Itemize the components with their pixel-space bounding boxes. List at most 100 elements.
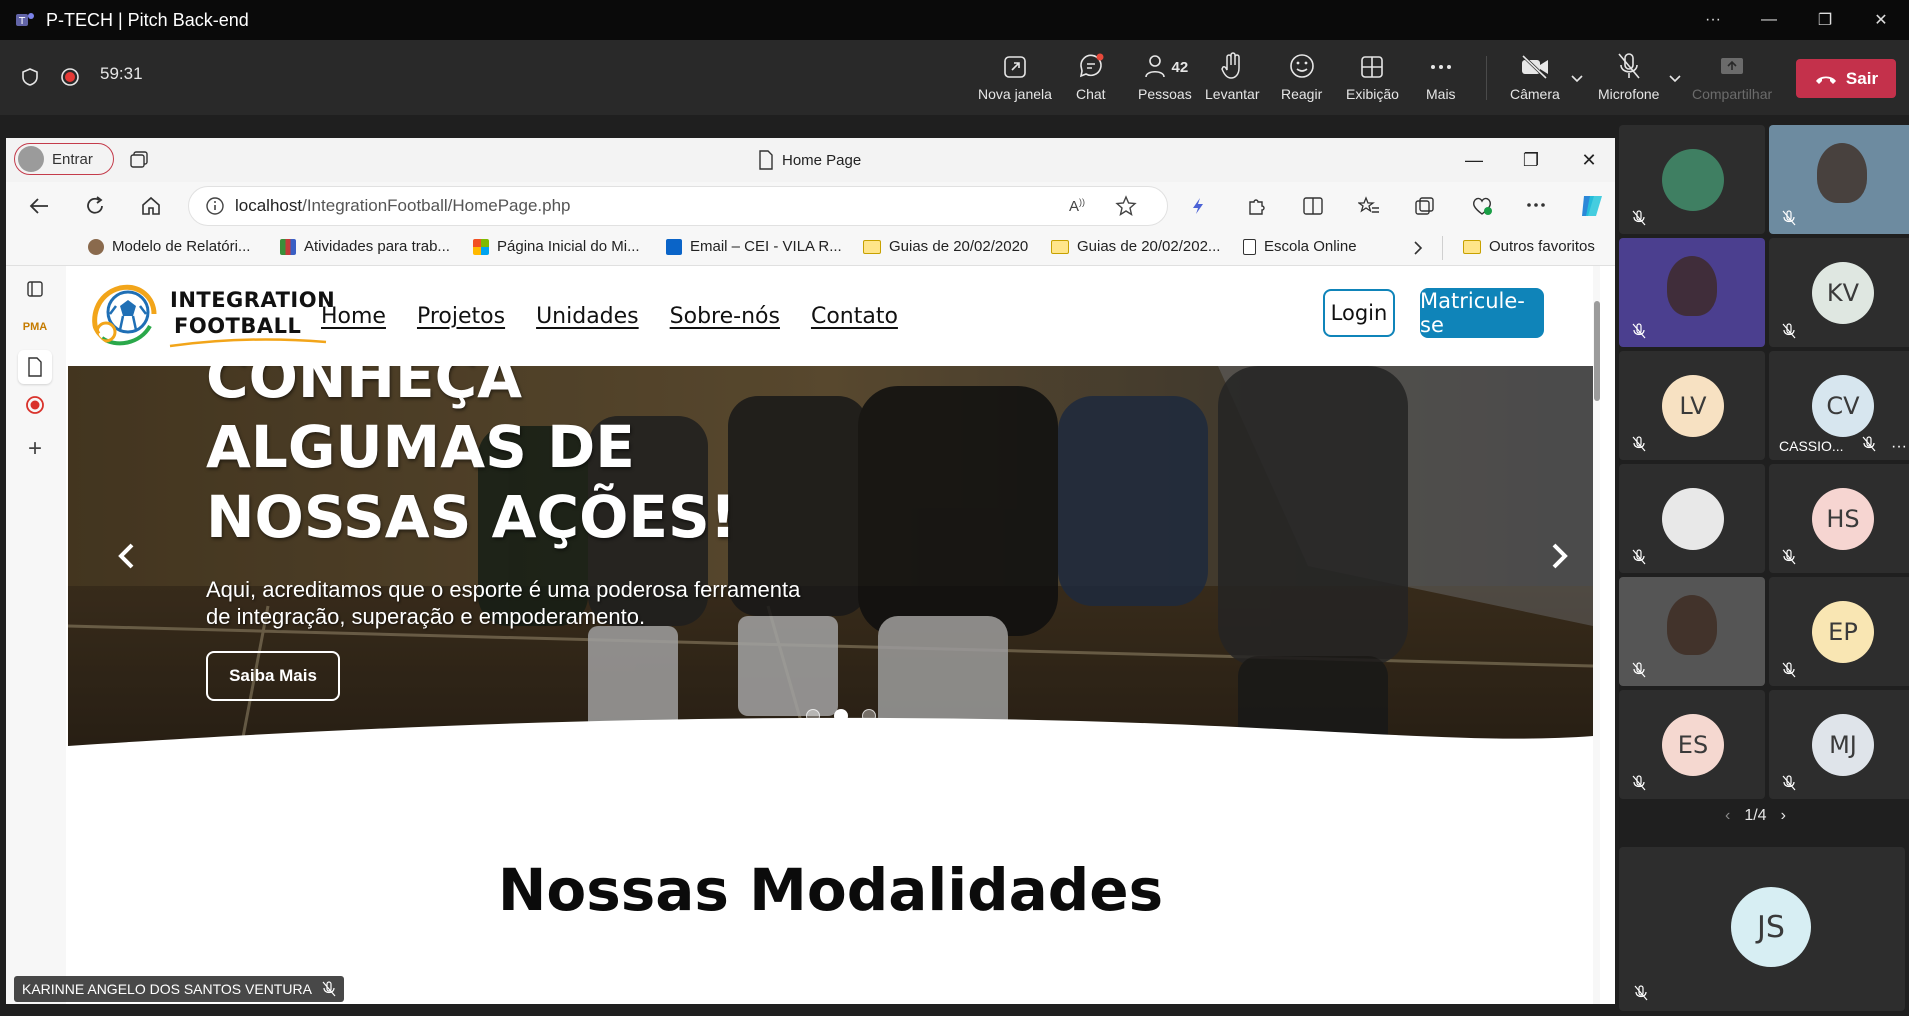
carousel-dot[interactable] <box>862 709 876 723</box>
pager-prev-icon[interactable]: ‹ <box>1725 807 1730 825</box>
participant-tile-js[interactable]: JS <box>1619 847 1905 1011</box>
participant-tile[interactable]: MJ <box>1769 690 1909 799</box>
chat-button[interactable]: Chat <box>1076 50 1106 108</box>
menu-unidades[interactable]: Unidades <box>536 304 639 329</box>
participant-tile[interactable]: CV CASSIO... ··· <box>1769 351 1909 460</box>
refresh-icon <box>87 196 103 214</box>
participant-tile[interactable] <box>1619 238 1765 347</box>
menu-projetos[interactable]: Projetos <box>417 304 505 329</box>
carousel-indicators <box>806 709 876 723</box>
new-window-button[interactable]: Nova janela <box>978 50 1052 108</box>
enroll-button[interactable]: Matricule-se <box>1420 288 1544 338</box>
add-pinned-button[interactable]: + <box>18 432 52 466</box>
site-navbar: INTEGRATION FOOTBALL Home Projetos Unida… <box>68 266 1600 366</box>
view-button[interactable]: Exibição <box>1346 50 1399 108</box>
split-screen-icon[interactable] <box>1302 196 1324 216</box>
meeting-timer: 59:31 <box>100 64 143 83</box>
back-button[interactable] <box>24 192 54 220</box>
extensions-puzzle-icon[interactable] <box>1246 196 1266 216</box>
page-icon <box>759 150 773 170</box>
participant-tile[interactable] <box>1619 464 1765 573</box>
participant-tile[interactable]: LV <box>1619 351 1765 460</box>
restore-button[interactable]: ❐ <box>1797 0 1853 40</box>
profile-photo-icon <box>88 238 104 255</box>
participant-tile[interactable]: EP <box>1769 577 1909 686</box>
refresh-button[interactable] <box>80 192 110 220</box>
copilot-icon[interactable] <box>1578 192 1606 220</box>
favorites-overflow-chevron-icon[interactable] <box>1411 240 1425 256</box>
camera-button[interactable]: Câmera <box>1510 50 1560 108</box>
participant-tile[interactable] <box>1619 577 1765 686</box>
brand-swoosh-icon <box>169 338 327 348</box>
favorite-item[interactable]: Página Inicial do Mi... <box>473 238 640 255</box>
menu-sobre-nos[interactable]: Sobre-nós <box>670 304 780 329</box>
participant-tile[interactable] <box>1619 125 1765 234</box>
pinned-app-button[interactable]: PMA <box>18 310 52 344</box>
settings-more-icon[interactable] <box>1526 202 1546 208</box>
profile-label: Entrar <box>52 150 93 168</box>
site-logo[interactable]: INTEGRATION FOOTBALL <box>90 278 335 348</box>
hero-headline-line2: ALGUMAS DE <box>206 413 635 481</box>
carousel-dot-active[interactable] <box>834 709 848 723</box>
login-button[interactable]: Login <box>1323 289 1395 337</box>
browser-restore-button[interactable]: ❐ <box>1516 146 1546 174</box>
more-options-icon[interactable]: ··· <box>1685 0 1741 40</box>
people-count: 42 <box>1171 59 1189 76</box>
pinned-app-icon: PMA <box>22 321 48 333</box>
active-tab[interactable]: Home Page <box>758 150 861 170</box>
participant-tile[interactable] <box>1769 125 1909 234</box>
other-favorites-label: Outros favoritos <box>1489 238 1595 255</box>
read-aloud-icon[interactable]: A)) <box>1069 197 1085 215</box>
tab-actions-button[interactable] <box>18 272 52 306</box>
share-button[interactable]: Compartilhar <box>1692 50 1772 108</box>
favorite-item[interactable]: Guias de 20/02/202... <box>1051 238 1220 255</box>
address-bar[interactable]: localhost/IntegrationFootball/HomePage.p… <box>188 186 1168 226</box>
favorite-item[interactable]: Modelo de Relatóri... <box>88 238 250 255</box>
extension-bolt-icon[interactable] <box>1188 196 1208 216</box>
participant-avatar: JS <box>1731 887 1811 967</box>
home-button[interactable] <box>136 192 166 220</box>
favorite-item[interactable]: Escola Online <box>1243 238 1357 255</box>
more-button[interactable]: Mais <box>1426 50 1456 108</box>
recording-icon <box>61 68 79 86</box>
carousel-next-button[interactable] <box>1540 536 1580 576</box>
people-button[interactable]: 42 Pessoas <box>1138 50 1192 108</box>
leave-button[interactable]: Sair <box>1796 59 1896 98</box>
favorite-item[interactable]: Atividades para trab... <box>280 238 450 255</box>
camera-options-chevron-icon[interactable] <box>1570 74 1584 84</box>
favorites-list-icon[interactable] <box>1358 196 1380 216</box>
browser-minimize-button[interactable]: — <box>1459 146 1489 174</box>
close-window-button[interactable]: ✕ <box>1853 0 1909 40</box>
participant-tile[interactable]: HS <box>1769 464 1909 573</box>
participant-tile[interactable]: KV <box>1769 238 1909 347</box>
carousel-prev-button[interactable] <box>106 536 146 576</box>
shield-icon[interactable] <box>20 67 40 87</box>
site-info-icon[interactable] <box>205 196 225 216</box>
raise-hand-button[interactable]: Levantar <box>1205 50 1259 108</box>
saiba-mais-button[interactable]: Saiba Mais <box>206 651 340 701</box>
collections-icon[interactable] <box>1414 196 1436 216</box>
profile-button[interactable]: Entrar <box>14 143 114 175</box>
scrollbar-thumb[interactable] <box>1594 301 1600 401</box>
browser-close-button[interactable]: ✕ <box>1574 146 1604 174</box>
favorite-item[interactable]: Guias de 20/02/2020 <box>863 238 1028 255</box>
pager-next-icon[interactable]: › <box>1781 807 1786 825</box>
workspaces-icon[interactable] <box>128 150 150 170</box>
participant-more-icon[interactable]: ··· <box>1891 438 1907 456</box>
pinned-record-button[interactable] <box>18 388 52 422</box>
menu-contato[interactable]: Contato <box>811 304 898 329</box>
microphone-button[interactable]: Microfone <box>1598 50 1659 108</box>
other-favorites[interactable]: Outros favoritos <box>1463 238 1595 255</box>
participant-tile[interactable]: ES <box>1619 690 1765 799</box>
participant-video-feed <box>1667 256 1717 316</box>
react-button[interactable]: Reagir <box>1281 50 1322 108</box>
minimize-button[interactable]: — <box>1741 0 1797 40</box>
favorite-item[interactable]: Email – CEI - VILA R... <box>666 238 842 255</box>
pinned-page-button[interactable] <box>18 350 52 384</box>
page-scrollbar[interactable] <box>1593 266 1600 1004</box>
favorite-star-icon[interactable] <box>1115 195 1137 217</box>
menu-home[interactable]: Home <box>321 304 386 329</box>
mic-options-chevron-icon[interactable] <box>1668 74 1682 84</box>
carousel-dot[interactable] <box>806 709 820 723</box>
browser-essentials-icon[interactable] <box>1470 195 1494 217</box>
